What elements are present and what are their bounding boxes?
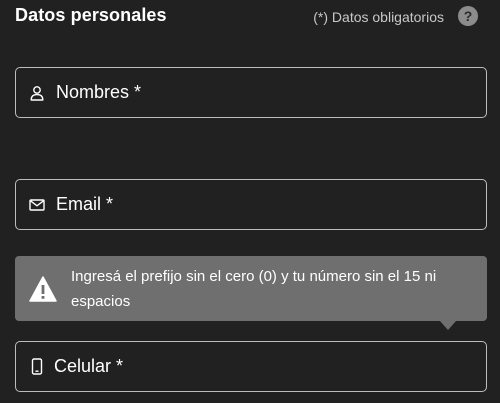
section-title: Datos personales [15, 5, 167, 25]
nombres-field[interactable]: Nombres * [15, 67, 487, 118]
celular-field[interactable]: Celular * [15, 341, 487, 392]
email-field[interactable]: Email * [15, 179, 487, 230]
tooltip-message: Ingresá el prefijo sin el cero (0) y tu … [71, 267, 437, 310]
nombres-label: Nombres * [56, 82, 142, 102]
help-button[interactable]: ? [458, 6, 478, 26]
tooltip-pointer [440, 321, 456, 330]
warning-icon [29, 275, 57, 302]
person-icon [29, 85, 45, 101]
celular-label: Celular * [54, 356, 124, 376]
mobile-phone-icon [29, 358, 45, 375]
envelope-icon [29, 197, 45, 213]
question-mark-icon: ? [463, 8, 473, 24]
phone-hint-tooltip: Ingresá el prefijo sin el cero (0) y tu … [15, 256, 487, 321]
required-fields-note: (*) Datos obligatorios [313, 9, 444, 25]
email-label: Email * [56, 194, 114, 214]
